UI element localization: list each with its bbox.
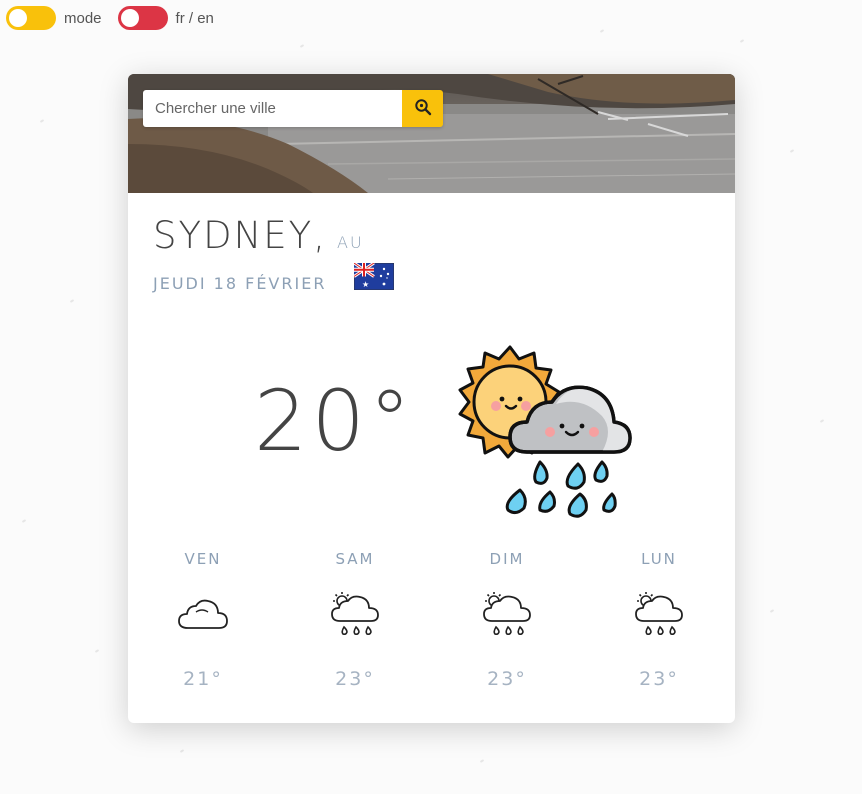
language-label: fr / en [175,9,214,27]
country-code: AU [337,233,364,252]
search-icon [414,98,432,120]
forecast-day: LUN 23° [604,550,714,690]
language-toggle-knob [120,9,139,27]
sun-cloud-rain-icon [480,591,534,645]
svg-text:★: ★ [362,280,369,289]
forecast-day-name: DIM [489,550,525,568]
forecast-temperature: 23° [487,668,527,690]
forecast-day-name: LUN [641,550,677,568]
forecast-list: VEN 21° SAM 23° DIM 23° LUN 23° [128,550,735,700]
mode-toggle-knob [9,9,27,27]
mode-toggle[interactable] [6,6,56,30]
city-name: SYDNEY, AU [153,214,364,257]
weather-card: SYDNEY, AU JEUDI 18 FÉVRIER ★ 20° [128,74,735,723]
city-label: SYDNEY, [153,214,327,257]
cloud-icon [176,598,230,638]
sun-cloud-rain-icon [632,591,686,645]
sun-cloud-rain-icon [328,591,382,645]
current-temperature: 20° [254,372,415,470]
city-search-input[interactable] [143,90,402,127]
forecast-temperature: 23° [639,668,679,690]
forecast-day: SAM 23° [300,550,410,690]
current-date: JEUDI 18 FÉVRIER [153,274,327,293]
forecast-day: DIM 23° [452,550,562,690]
city-search [143,90,443,127]
top-controls: mode fr / en [6,5,230,31]
forecast-temperature: 21° [183,668,223,690]
forecast-day: VEN 21° [148,550,258,690]
language-toggle[interactable] [117,6,168,30]
search-button[interactable] [402,90,443,127]
mode-label: mode [64,9,102,27]
forecast-day-name: SAM [335,550,375,568]
sun-cloud-rain-icon [452,344,637,524]
forecast-temperature: 23° [335,668,375,690]
banner-image [128,74,735,193]
australia-flag-icon: ★ [353,261,395,291]
forecast-day-name: VEN [184,550,222,568]
